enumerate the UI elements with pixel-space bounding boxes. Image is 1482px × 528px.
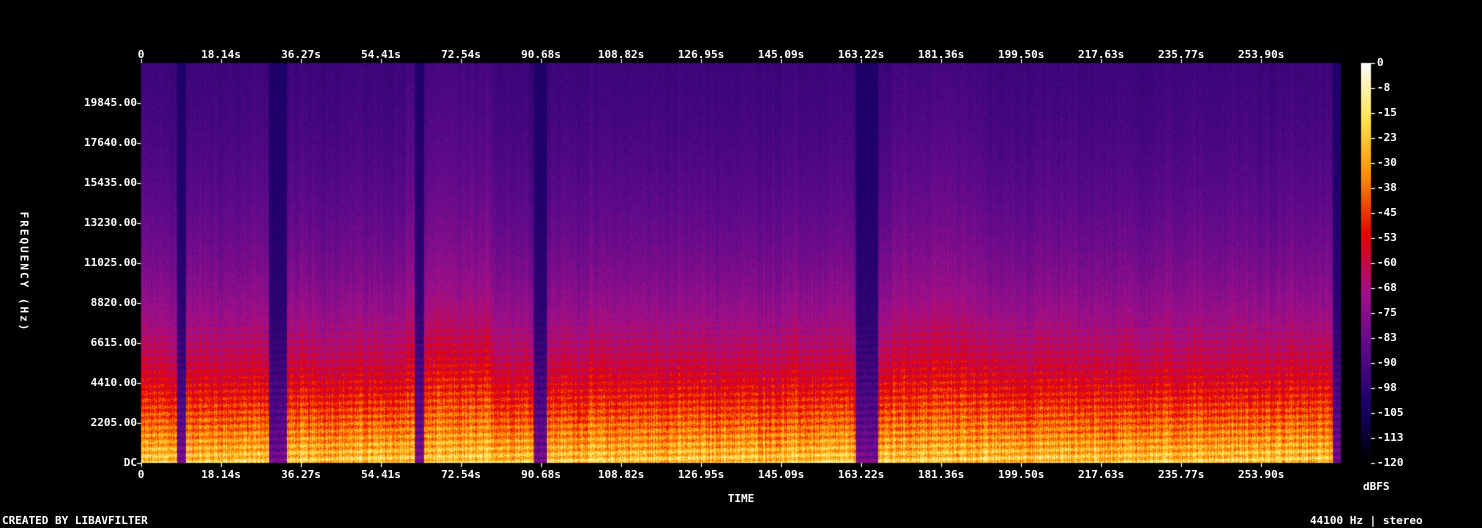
x-tick-label-top: 36.27s <box>281 48 321 61</box>
colorbar-tick-label: 0 <box>1377 56 1384 69</box>
x-tick-label-top: 126.95s <box>677 48 725 61</box>
colorbar-tick-label: -45 <box>1377 206 1397 219</box>
colorbar-tick-label: -90 <box>1377 356 1397 369</box>
colorbar-tick-label: -83 <box>1377 331 1397 344</box>
colorbar-tick-label: -8 <box>1377 81 1391 94</box>
x-tick-label-bottom: 108.82s <box>597 468 645 481</box>
y-tick-label: 2205.00 <box>90 416 137 429</box>
x-tick-label-bottom: 235.77s <box>1157 468 1205 481</box>
footer-credit: CREATED BY LIBAVFILTER <box>2 514 148 527</box>
x-tick-label-top: 163.22s <box>837 48 885 61</box>
x-tick-label-bottom: 163.22s <box>837 468 885 481</box>
x-tick-label-bottom: 54.41s <box>361 468 401 481</box>
x-axis-label: TIME <box>727 492 755 505</box>
x-tick-label-top: 18.14s <box>201 48 241 61</box>
x-tick-label-bottom: 253.90s <box>1237 468 1285 481</box>
x-tick-label-top: 181.36s <box>917 48 965 61</box>
x-tick-label-bottom: 72.54s <box>441 468 481 481</box>
colorbar-tick-label: -113 <box>1377 431 1404 444</box>
x-tick-label-bottom: 126.95s <box>677 468 725 481</box>
x-tick-label-top: 72.54s <box>441 48 481 61</box>
x-tick-label-top: 199.50s <box>997 48 1045 61</box>
x-tick-label-top: 108.82s <box>597 48 645 61</box>
y-tick-label: 8820.00 <box>90 296 137 309</box>
colorbar-tick-label: -68 <box>1377 281 1397 294</box>
colorbar-tick-label: -60 <box>1377 256 1397 269</box>
x-tick-label-top: 90.68s <box>521 48 561 61</box>
x-tick-label-top: 54.41s <box>361 48 401 61</box>
colorbar-tick-label: -105 <box>1377 406 1404 419</box>
x-tick-label-top: 0 <box>137 48 145 61</box>
y-axis-label: FREQUENCY (Hz) <box>17 211 31 333</box>
x-tick-label-top: 217.63s <box>1077 48 1125 61</box>
x-tick-label-bottom: 145.09s <box>757 468 805 481</box>
colorbar-tick-label: -23 <box>1377 131 1397 144</box>
x-tick-label-bottom: 18.14s <box>201 468 241 481</box>
y-tick-label: 19845.00 <box>84 96 137 109</box>
colorbar-tick-label: -53 <box>1377 231 1397 244</box>
x-tick-label-top: 253.90s <box>1237 48 1285 61</box>
x-tick-label-bottom: 217.63s <box>1077 468 1125 481</box>
colorbar-tick-label: -15 <box>1377 106 1397 119</box>
colorbar-tick-label: -30 <box>1377 156 1397 169</box>
y-tick-label: DC <box>123 456 137 469</box>
x-tick-label-bottom: 36.27s <box>281 468 321 481</box>
colorbar-tick-label: -75 <box>1377 306 1397 319</box>
x-tick-label-top: 235.77s <box>1157 48 1205 61</box>
footer-format: 44100 Hz | stereo <box>1310 514 1423 527</box>
colorbar-tick-label: -38 <box>1377 181 1397 194</box>
y-tick-label: 15435.00 <box>84 176 137 189</box>
x-tick-label-top: 145.09s <box>757 48 805 61</box>
y-tick-label: 6615.00 <box>90 336 137 349</box>
spectrogram-plot <box>0 0 1482 528</box>
colorbar-tick-label: -120 <box>1377 456 1404 469</box>
y-tick-label: 17640.00 <box>84 136 137 149</box>
x-tick-label-bottom: 199.50s <box>997 468 1045 481</box>
y-tick-label: 11025.00 <box>84 256 137 269</box>
colorbar-tick-label: -98 <box>1377 381 1397 394</box>
colorbar-label: dBFS <box>1363 480 1390 493</box>
y-tick-label: 13230.00 <box>84 216 137 229</box>
y-tick-label: 4410.00 <box>90 376 137 389</box>
x-tick-label-bottom: 0 <box>137 468 145 481</box>
x-tick-label-bottom: 181.36s <box>917 468 965 481</box>
x-tick-label-bottom: 90.68s <box>521 468 561 481</box>
